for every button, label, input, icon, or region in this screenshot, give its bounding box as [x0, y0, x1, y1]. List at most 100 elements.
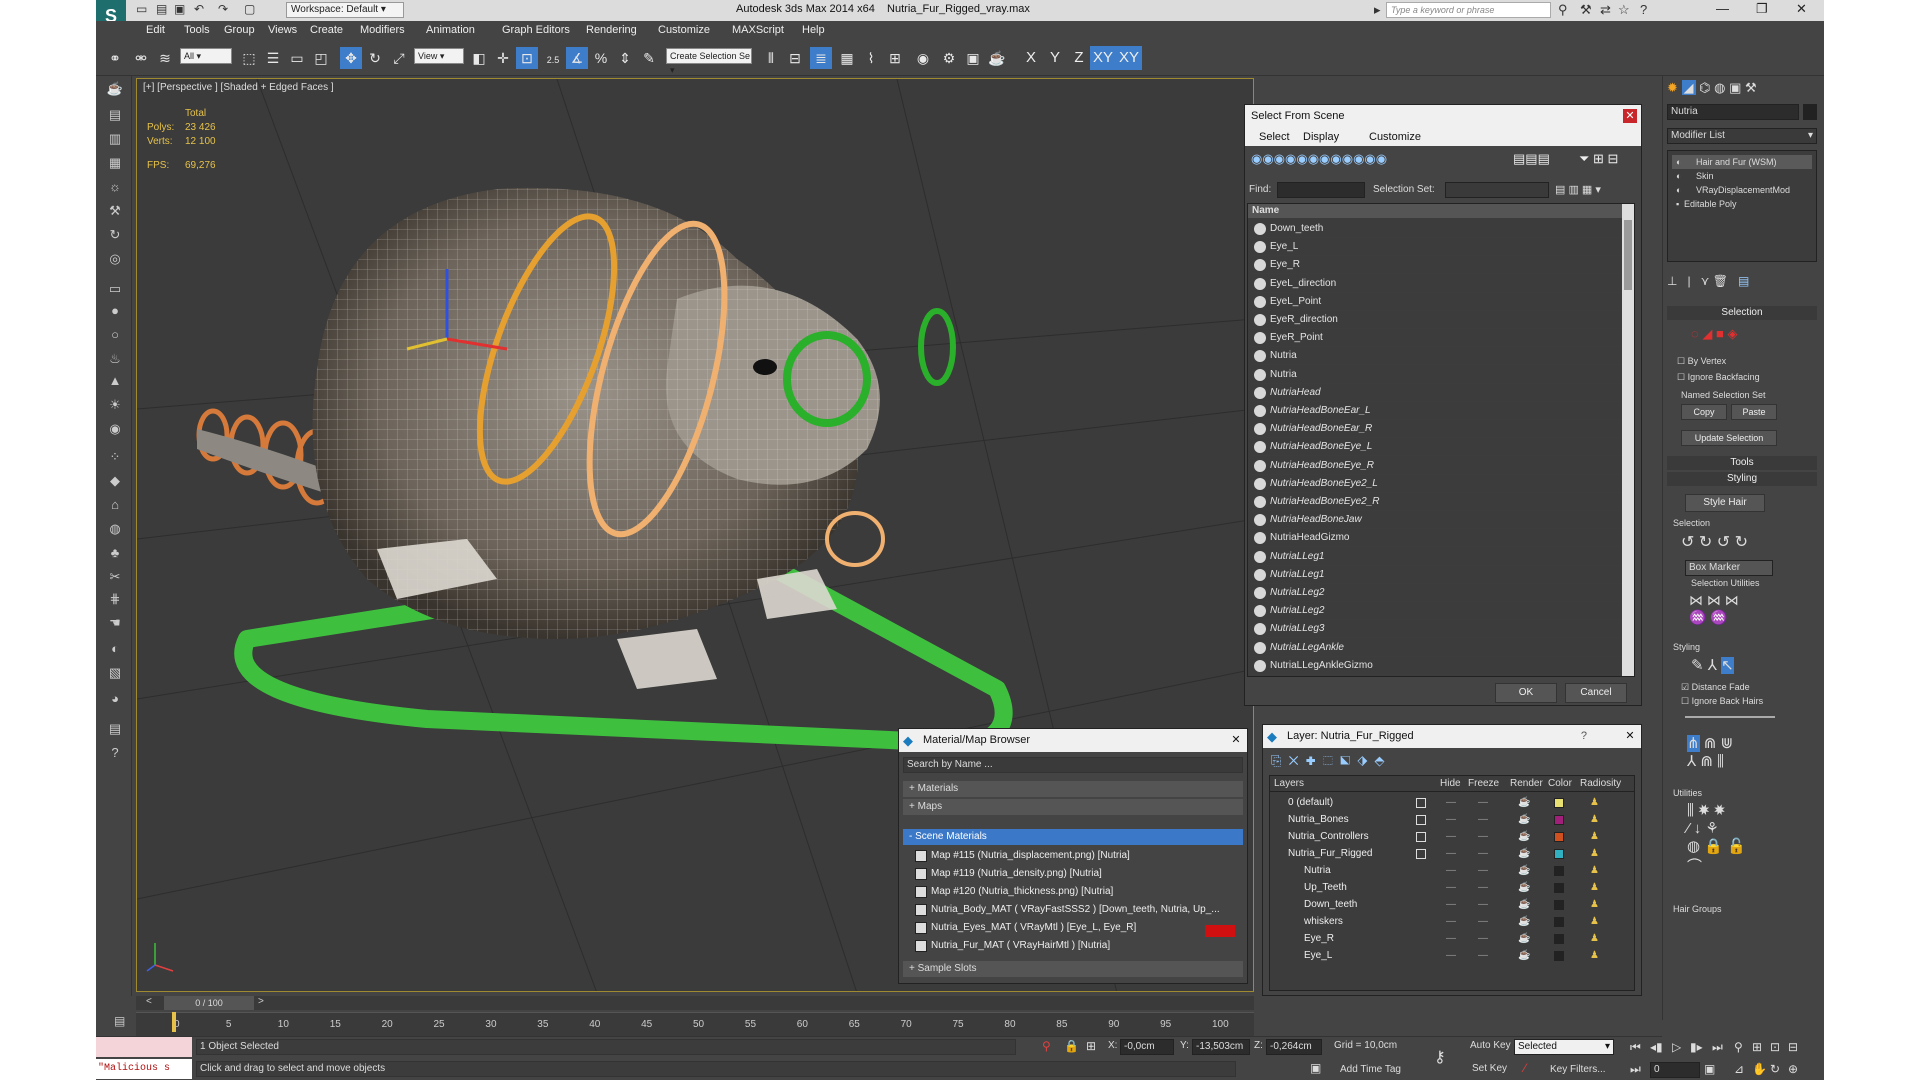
panel-icon[interactable]: ▥: [106, 130, 124, 148]
layer-color-swatch[interactable]: [1554, 866, 1564, 876]
circle-icon[interactable]: ○: [106, 326, 124, 344]
mirror-icon[interactable]: ⫴: [760, 47, 782, 69]
time-config-icon[interactable]: ▣: [1704, 1062, 1715, 1076]
select-hair-by-ends-icon[interactable]: ↺: [1681, 534, 1694, 551]
track-bar[interactable]: 0 5 10 15 20 25 30 35 40 45 50 55 60 65 70 75 80 85 90 95 10…: [136, 1012, 1254, 1036]
radiosity-column-header[interactable]: Radiosity: [1580, 776, 1621, 792]
translate-brush-icon[interactable]: ⋔: [1687, 735, 1700, 752]
auto-key-button[interactable]: Auto Key: [1470, 1040, 1511, 1051]
rotate-brush-icon[interactable]: ⋒: [1700, 753, 1713, 770]
rendered-frame-window-icon[interactable]: ▣: [962, 47, 984, 69]
menu-help[interactable]: Help: [802, 24, 825, 36]
align-icon[interactable]: ⊟: [784, 47, 806, 69]
comb-tool-icon[interactable]: ↖: [1721, 657, 1734, 674]
hide-column-header[interactable]: Hide: [1440, 776, 1461, 792]
layer-radiosity-toggle[interactable]: ♟: [1590, 828, 1599, 845]
filter-list-icon[interactable]: ▤▤▤: [1513, 151, 1550, 167]
menu-maxscript[interactable]: MAXScript: [732, 24, 784, 36]
time-prev-icon[interactable]: <: [146, 996, 152, 1007]
remove-modifier-icon[interactable]: 🗑: [1713, 274, 1728, 288]
layer-row[interactable]: Nutria_Bones — — ☕ ♟: [1270, 811, 1630, 828]
brush-size-slider[interactable]: [1685, 716, 1775, 718]
modifier-stack[interactable]: ◐ Hair and Fur (WSM) ◐ Skin ◐ VRayDisplacemen…: [1667, 150, 1817, 262]
face-icon[interactable]: ◢: [1702, 326, 1712, 341]
layer-freeze-toggle[interactable]: —: [1478, 845, 1488, 862]
copy-button[interactable]: Copy: [1681, 404, 1727, 420]
scene-material-row[interactable]: Map #120 (Nutria_thickness.png) [Nutria]: [905, 883, 1241, 901]
select-object-icon[interactable]: ⬚: [238, 47, 260, 69]
layer-hide-toggle[interactable]: —: [1446, 947, 1456, 964]
close-window-button[interactable]: ✕: [1796, 1, 1807, 17]
field-of-view-icon[interactable]: ⊿: [1734, 1062, 1744, 1076]
element-icon[interactable]: ◈: [1727, 326, 1737, 341]
previous-frame-icon[interactable]: ◂▮: [1650, 1040, 1663, 1054]
update-selection-button[interactable]: Update Selection: [1681, 430, 1777, 446]
materials-section[interactable]: + Materials: [903, 781, 1243, 797]
layer-new-icon[interactable]: ⎘: [1271, 753, 1281, 768]
menu-views[interactable]: Views: [268, 24, 297, 36]
create-tab-icon[interactable]: ✹: [1667, 80, 1678, 95]
display-icon[interactable]: ▤: [106, 106, 124, 124]
layer-select-icon[interactable]: ⬚: [1323, 753, 1333, 768]
image-icon[interactable]: ▧: [106, 664, 124, 682]
filter-funnel-icon[interactable]: ⏷ ⊞ ⊟: [1579, 151, 1618, 167]
attenuate-icon[interactable]: ⫼: [1687, 802, 1694, 819]
rotate-selection-icon[interactable]: ⋈: [1707, 592, 1721, 608]
layer-hide-toggle[interactable]: —: [1446, 879, 1456, 896]
sfs-menu-select[interactable]: Select: [1259, 131, 1290, 143]
styling-rollout-header[interactable]: Styling: [1667, 472, 1817, 486]
layer-hide-all-icon[interactable]: ⬗: [1357, 753, 1367, 768]
teapot-shape-icon[interactable]: ♨: [106, 350, 124, 368]
cube-icon[interactable]: ◆: [106, 472, 124, 490]
sphere2-icon[interactable]: ◉: [106, 420, 124, 438]
x-coord-field[interactable]: -0,0cm: [1120, 1039, 1174, 1055]
new-file-icon[interactable]: ▭: [136, 2, 147, 16]
layer-color-swatch[interactable]: [1554, 900, 1564, 910]
modify-tab-icon[interactable]: ◢: [1681, 80, 1696, 95]
layer-radiosity-toggle[interactable]: ♟: [1590, 879, 1599, 896]
layer-add-icon[interactable]: ✚: [1306, 753, 1316, 768]
sphere-icon[interactable]: ●: [106, 302, 124, 320]
select-move-icon[interactable]: ✥: [340, 47, 362, 69]
ignore-back-hairs-checkbox[interactable]: ☐ Ignore Back Hairs: [1681, 696, 1763, 707]
selection-lock-icon[interactable]: 🔒: [1064, 1039, 1079, 1053]
current-frame-field[interactable]: 0: [1650, 1062, 1700, 1078]
modifier-toggle-icon[interactable]: ◐: [1676, 155, 1681, 169]
scene-object-row[interactable]: Eye_L: [1252, 238, 1632, 257]
maps-section[interactable]: + Maps: [903, 799, 1243, 815]
project-folder-icon[interactable]: ▢: [244, 2, 255, 16]
select-guide-by-root-icon[interactable]: ↻: [1735, 534, 1748, 551]
layer-render-toggle[interactable]: ☕: [1518, 913, 1530, 930]
scene-object-row[interactable]: NutriaLLeg1: [1252, 548, 1632, 566]
paste-button[interactable]: Paste: [1731, 404, 1777, 420]
menu-group[interactable]: Group: [224, 24, 255, 36]
redo-icon[interactable]: ↷: [218, 2, 228, 16]
globe-icon[interactable]: ◍: [106, 520, 124, 538]
layer-freeze-all-icon[interactable]: ⬘: [1375, 753, 1385, 768]
layer-freeze-toggle[interactable]: —: [1478, 811, 1488, 828]
hair-cut-icon[interactable]: ✎: [1691, 657, 1704, 674]
layer-hide-toggle[interactable]: —: [1446, 862, 1456, 879]
select-whole-guide-icon[interactable]: ↻: [1699, 534, 1712, 551]
by-vertex-checkbox[interactable]: ☐ By Vertex: [1677, 356, 1726, 367]
layer-freeze-toggle[interactable]: —: [1478, 947, 1488, 964]
scene-material-row[interactable]: Map #119 (Nutria_density.png) [Nutria]: [905, 865, 1241, 883]
axis-xy-button[interactable]: XY: [1090, 46, 1116, 70]
sun-icon[interactable]: ☀: [106, 396, 124, 414]
layer-radiosity-toggle[interactable]: ♟: [1590, 930, 1599, 947]
layer-render-toggle[interactable]: ☕: [1518, 930, 1530, 947]
distance-fade-checkbox[interactable]: ☑ Distance Fade: [1681, 682, 1750, 693]
scripts-icon[interactable]: ▤: [106, 720, 124, 738]
selection-set-dropdown[interactable]: [1445, 182, 1549, 198]
next-frame-icon[interactable]: ▮▸: [1690, 1040, 1703, 1054]
layer-current-checkbox[interactable]: [1416, 798, 1426, 808]
cancel-button[interactable]: Cancel: [1565, 683, 1627, 703]
selection-filter-dropdown[interactable]: All ▾: [180, 48, 232, 64]
menu-tools[interactable]: Tools: [184, 24, 210, 36]
time-tag-icon[interactable]: ▣: [1310, 1061, 1321, 1075]
zoom-icon[interactable]: ⚲: [1734, 1040, 1743, 1054]
modifier-list-dropdown[interactable]: Modifier List ▾: [1667, 128, 1817, 144]
scene-object-row[interactable]: NutriaHeadGizmo: [1252, 529, 1632, 548]
link-icon[interactable]: ⚭: [104, 47, 126, 69]
window-crossing-icon[interactable]: ◰: [310, 47, 332, 69]
